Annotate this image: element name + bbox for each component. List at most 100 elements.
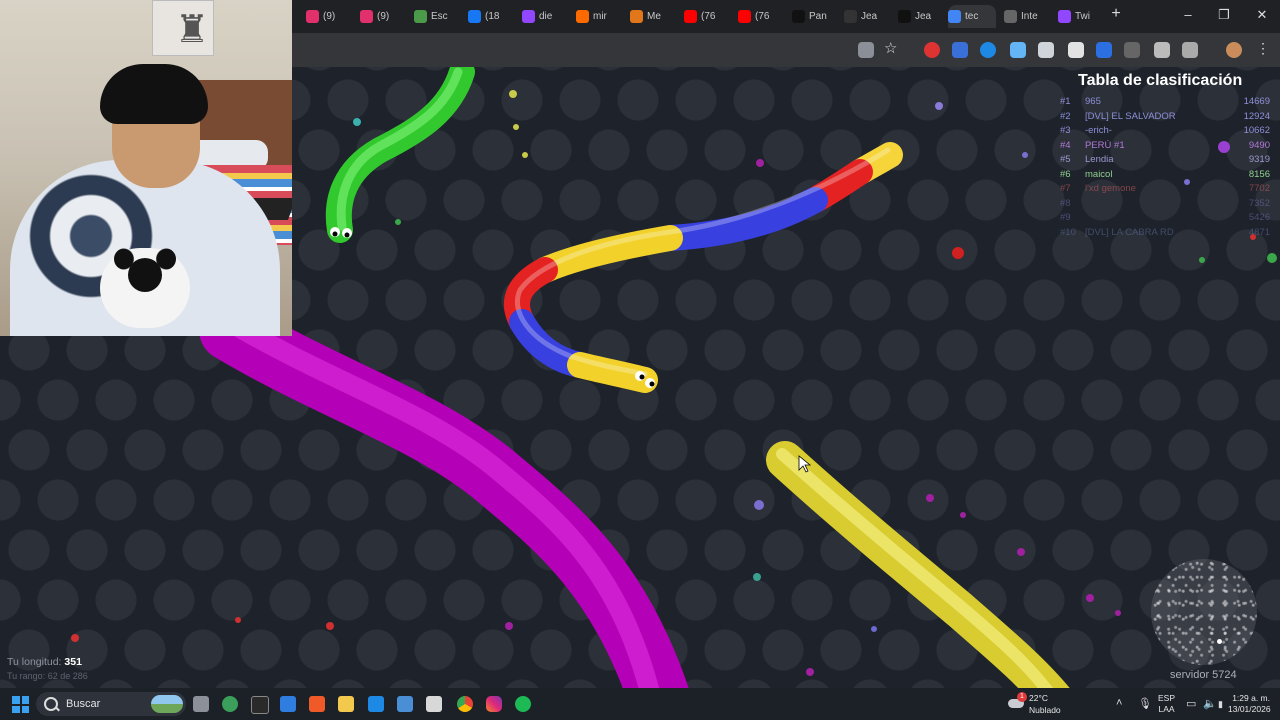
tab-favicon xyxy=(844,10,857,23)
maximize-button[interactable]: ❐ xyxy=(1212,7,1236,23)
star-icon[interactable]: ☆ xyxy=(884,39,900,57)
leaderboard-score: 8156 xyxy=(1248,168,1270,180)
leaderboard-row: #3 -erich- 10662 xyxy=(1060,125,1270,139)
clock-date: 13/01/2026 xyxy=(1228,704,1271,714)
file-explorer-icon[interactable] xyxy=(338,696,354,712)
tab-title: (18 xyxy=(485,11,500,22)
length-label: Tu longitud: xyxy=(7,656,62,668)
browser-tab[interactable]: (9) xyxy=(306,5,346,28)
youtube-icon xyxy=(684,10,697,23)
length-value: 351 xyxy=(64,656,82,668)
close-button[interactable]: ✕ xyxy=(1250,7,1274,23)
extension-icon[interactable] xyxy=(1010,42,1026,58)
leaderboard-score: 14669 xyxy=(1243,96,1270,107)
leaderboard-rank: #7 xyxy=(1060,183,1071,194)
leaderboard-score: 5426 xyxy=(1248,212,1270,223)
windows-start-icon[interactable] xyxy=(12,696,29,713)
browser-tab[interactable]: (76 xyxy=(684,5,724,28)
translate-icon[interactable] xyxy=(858,42,874,58)
chrome-icon xyxy=(948,10,961,23)
food-pellet xyxy=(71,634,79,642)
browser-tab[interactable]: Me xyxy=(630,5,670,28)
browser-tab[interactable]: Inte xyxy=(1004,5,1044,28)
battery-icon[interactable]: ▮ xyxy=(1218,699,1223,710)
tab-title: (9) xyxy=(323,11,336,22)
leaderboard-score: 10662 xyxy=(1243,125,1270,136)
extension-icon[interactable] xyxy=(1154,42,1170,58)
task-view-icon[interactable] xyxy=(193,696,209,712)
weather-temperature: 22°C xyxy=(1029,693,1048,703)
app-icon[interactable] xyxy=(251,696,269,714)
tab-favicon xyxy=(1004,10,1017,23)
eiffel-tower-poster: ♜ xyxy=(152,0,214,56)
food-pellet xyxy=(505,622,513,630)
food-pellet xyxy=(509,90,517,98)
browser-tab[interactable]: die xyxy=(522,5,562,28)
brave-icon[interactable] xyxy=(309,696,325,712)
profile-avatar[interactable] xyxy=(1226,42,1242,58)
language-indicator[interactable]: ESP LAA xyxy=(1158,693,1175,715)
volume-icon[interactable]: 🔈 xyxy=(1203,697,1217,710)
keyboard-layout: LAA xyxy=(1158,704,1175,714)
browser-toolbar: ☆ ⋮ xyxy=(292,33,1280,67)
calculator-icon[interactable] xyxy=(397,696,413,712)
spotify-icon[interactable] xyxy=(515,696,531,712)
store-icon[interactable] xyxy=(280,696,296,712)
app-icon[interactable] xyxy=(368,696,384,712)
clock[interactable]: 1:29 a. m. 13/01/2026 xyxy=(1228,693,1271,715)
chevron-up-icon[interactable]: ˄ xyxy=(1116,697,1122,709)
adblock-icon[interactable] xyxy=(924,42,940,58)
extension-icon[interactable] xyxy=(980,42,996,58)
display-icon[interactable]: ▭ xyxy=(1186,697,1196,710)
tab-title: Jea xyxy=(915,11,932,22)
tab-title: Twi xyxy=(1075,11,1090,22)
kebab-menu-icon[interactable]: ⋮ xyxy=(1256,40,1272,56)
browser-tab[interactable]: Jea xyxy=(898,5,938,28)
search-icon xyxy=(44,697,58,711)
food-pellet xyxy=(806,668,814,676)
browser-tab[interactable]: Pan xyxy=(792,5,832,28)
browser-tab[interactable]: (18 xyxy=(468,5,508,28)
leaderboard-name: PERÚ #1 xyxy=(1085,139,1125,151)
leaderboard-score: 7702 xyxy=(1248,183,1270,194)
chrome-icon[interactable] xyxy=(457,696,473,712)
extension-icon[interactable] xyxy=(1068,42,1084,58)
leaderboard-row: #9 5426 xyxy=(1060,212,1270,226)
tab-title: (9) xyxy=(377,11,390,22)
minimize-button[interactable]: – xyxy=(1176,7,1200,22)
food-pellet xyxy=(1199,257,1205,263)
leaderboard-name: [DVL] LA CABRA RD xyxy=(1085,226,1174,238)
extension-icon[interactable] xyxy=(952,42,968,58)
extension-icon[interactable] xyxy=(1124,42,1140,58)
rank-display: Tu rango: 62 de 286 xyxy=(7,671,88,681)
puzzle-icon[interactable] xyxy=(1182,42,1198,58)
facebook-icon xyxy=(468,10,481,23)
instagram-icon[interactable] xyxy=(486,696,502,712)
weather-widget[interactable]: 1 22°C Nublado xyxy=(1008,692,1068,716)
browser-tab[interactable]: (76 xyxy=(738,5,778,28)
mickey-print xyxy=(100,248,190,328)
microphone-icon[interactable]: 🎙 xyxy=(1138,697,1152,710)
food-pellet xyxy=(1017,548,1025,556)
browser-tab-active[interactable]: tec xyxy=(948,5,996,28)
tab-title: (76 xyxy=(755,11,770,22)
tab-title: Me xyxy=(647,11,661,22)
app-icon[interactable] xyxy=(426,696,442,712)
leaderboard-rank: #8 xyxy=(1060,197,1071,209)
server-label: servidor 5724 xyxy=(1170,669,1237,681)
browser-tab[interactable]: Esc xyxy=(414,5,454,28)
instagram-icon xyxy=(360,10,373,23)
browser-tab[interactable]: Jea xyxy=(844,5,884,28)
taskbar-search[interactable]: Buscar xyxy=(36,692,186,716)
tab-title: Pan xyxy=(809,11,827,22)
browser-tab[interactable]: mir xyxy=(576,5,616,28)
plus-icon[interactable]: + xyxy=(1104,5,1128,23)
shield-icon[interactable] xyxy=(1038,42,1054,58)
food-pellet xyxy=(522,152,528,158)
browser-tab[interactable]: Twi xyxy=(1058,5,1098,28)
leaderboard-name: maicol xyxy=(1085,168,1113,180)
browser-tab[interactable]: (9) xyxy=(360,5,400,28)
app-icon[interactable] xyxy=(222,696,238,712)
extension-icon[interactable] xyxy=(1096,42,1112,58)
tab-title: tec xyxy=(965,11,979,22)
